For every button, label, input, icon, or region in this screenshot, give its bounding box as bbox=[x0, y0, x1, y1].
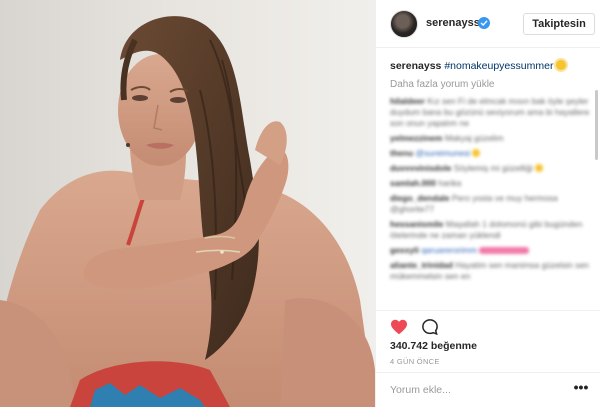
comment-username[interactable]: yelmezzinem bbox=[390, 133, 442, 143]
comment-item: duvvvvinisdole Söylemiş mi güzelliği bbox=[390, 163, 590, 174]
post-header: serenayss Takiptesin bbox=[376, 0, 600, 48]
post-details-panel: serenayss Takiptesin serenayss #nomakeup… bbox=[375, 0, 600, 407]
comment-text[interactable]: qaruarerorimm bbox=[421, 245, 477, 255]
comment-username[interactable]: duvvvvinisdole bbox=[390, 163, 451, 173]
caption-username[interactable]: serenayss bbox=[390, 60, 441, 72]
comment-text: Söylemiş mi güzelliği bbox=[453, 163, 533, 173]
verified-badge-icon bbox=[478, 17, 490, 29]
comment-input[interactable] bbox=[390, 382, 560, 398]
post-actions bbox=[376, 310, 600, 340]
portrait-illustration bbox=[0, 16, 375, 407]
follow-button[interactable]: Takiptesin bbox=[523, 13, 595, 35]
emoji-row-icon bbox=[479, 247, 530, 254]
comment-item: samlah.000 harika bbox=[390, 178, 590, 189]
post-photo[interactable] bbox=[0, 0, 375, 407]
likes-count[interactable]: 340.742 beğenme bbox=[390, 340, 477, 352]
caption-hashtag[interactable]: #nomakeupyessummer bbox=[444, 60, 553, 72]
comment-item: aliante_trinidad Hayatim sen manimsa güz… bbox=[390, 260, 590, 282]
emoji-icon bbox=[472, 149, 481, 157]
comment-item: yelmezzinem Makyaj güzelim bbox=[390, 133, 590, 144]
instagram-post: serenayss Takiptesin serenayss #nomakeup… bbox=[0, 0, 600, 407]
avatar[interactable] bbox=[390, 10, 418, 38]
post-timestamp[interactable]: 4 GÜN ÖNCE bbox=[390, 357, 440, 366]
comment-text: Makyaj güzelim bbox=[444, 133, 504, 143]
comment-item: gexxyli qaruarerorimm bbox=[390, 245, 590, 256]
comment-username[interactable]: hessanismile bbox=[390, 219, 443, 229]
sun-emoji-icon bbox=[556, 60, 567, 70]
more-options-icon[interactable]: ••• bbox=[572, 380, 590, 398]
comment-text[interactable]: @sureimunesi bbox=[416, 148, 470, 158]
comment-item: hessanismile Maşallah 1 dolomonü gibi bu… bbox=[390, 219, 590, 241]
comments-scrollbar[interactable] bbox=[595, 90, 598, 160]
comment-item: diego_dendale Pero yosta ve muy hermosa … bbox=[390, 193, 590, 215]
comment-bubble-icon[interactable] bbox=[421, 318, 439, 336]
comment-username[interactable]: aliante_trinidad bbox=[390, 260, 453, 270]
comment-text: harika bbox=[438, 178, 462, 188]
comment-username[interactable]: gexxyli bbox=[390, 245, 419, 255]
heart-icon[interactable] bbox=[390, 319, 408, 335]
comment-username[interactable]: hilaldeer bbox=[390, 96, 425, 106]
comment-username[interactable]: samlah.000 bbox=[390, 178, 436, 188]
add-comment-bar: ••• bbox=[376, 372, 600, 407]
emoji-icon bbox=[535, 164, 544, 172]
post-caption: serenayss #nomakeupyessummer bbox=[390, 60, 567, 72]
comment-username[interactable]: thenu bbox=[390, 148, 413, 158]
comment-item: hilaldeer Kız sen Fi de elmcak mısın bak… bbox=[390, 96, 590, 129]
comment-item: thenu @sureimunesi bbox=[390, 148, 590, 159]
comment-username[interactable]: diego_dendale bbox=[390, 193, 450, 203]
header-username[interactable]: serenayss bbox=[426, 17, 480, 29]
load-more-comments-link[interactable]: Daha fazla yorum yükle bbox=[390, 79, 495, 90]
comments-list: hilaldeer Kız sen Fi de elmcak mısın bak… bbox=[390, 96, 590, 286]
